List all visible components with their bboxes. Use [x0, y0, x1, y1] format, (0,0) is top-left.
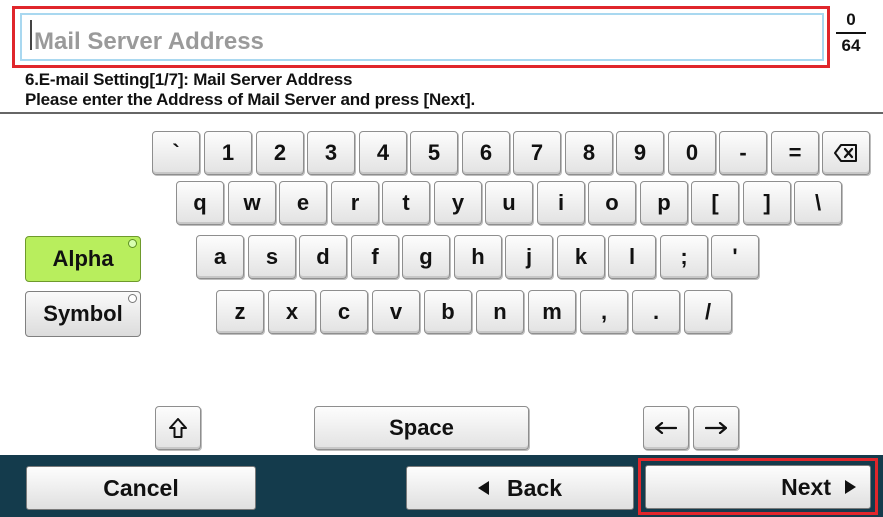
key-t[interactable]: t: [382, 181, 430, 225]
key-s[interactable]: s: [248, 235, 296, 279]
next-button[interactable]: Next: [645, 465, 871, 509]
shift-key[interactable]: [155, 406, 201, 450]
key-0[interactable]: 0: [668, 131, 716, 175]
char-count-divider: [836, 32, 866, 34]
key-slash[interactable]: /: [684, 290, 732, 334]
setting-title: 6.E-mail Setting[1/7]: Mail Server Addre…: [25, 70, 353, 89]
key-n[interactable]: n: [476, 290, 524, 334]
alpha-mode-label: Alpha: [52, 246, 114, 271]
alpha-mode-button[interactable]: Alpha: [25, 236, 141, 282]
key-d[interactable]: d: [299, 235, 347, 279]
key-g[interactable]: g: [402, 235, 450, 279]
key-j[interactable]: j: [505, 235, 553, 279]
key-f[interactable]: f: [351, 235, 399, 279]
key-y[interactable]: y: [434, 181, 482, 225]
key-comma[interactable]: ,: [580, 290, 628, 334]
cursor-left-key[interactable]: [643, 406, 689, 450]
arrow-left-icon: [655, 422, 677, 434]
key-period[interactable]: .: [632, 290, 680, 334]
key-9[interactable]: 9: [616, 131, 664, 175]
key-q[interactable]: q: [176, 181, 224, 225]
char-count-current: 0: [846, 10, 856, 29]
symbol-mode-label: Symbol: [43, 301, 123, 326]
key-h[interactable]: h: [454, 235, 502, 279]
triangle-right-icon: [845, 480, 856, 494]
back-button-label: Back: [507, 474, 562, 501]
backspace-key[interactable]: [822, 131, 870, 175]
key-3[interactable]: 3: [307, 131, 355, 175]
next-button-label: Next: [781, 473, 831, 500]
key-4[interactable]: 4: [359, 131, 407, 175]
key-o[interactable]: o: [588, 181, 636, 225]
key-u[interactable]: u: [485, 181, 533, 225]
symbol-indicator-icon: [128, 294, 137, 303]
key-a[interactable]: a: [196, 235, 244, 279]
key-equals[interactable]: =: [771, 131, 819, 175]
key-8[interactable]: 8: [565, 131, 613, 175]
key-k[interactable]: k: [557, 235, 605, 279]
key-l[interactable]: l: [608, 235, 656, 279]
key-r[interactable]: r: [331, 181, 379, 225]
alpha-indicator-icon: [128, 239, 137, 248]
symbol-mode-button[interactable]: Symbol: [25, 291, 141, 337]
character-counter: 0 64: [836, 10, 866, 56]
key-1[interactable]: 1: [204, 131, 252, 175]
key-b[interactable]: b: [424, 290, 472, 334]
key-c[interactable]: c: [320, 290, 368, 334]
mail-server-address-input[interactable]: [20, 13, 824, 61]
key-z[interactable]: z: [216, 290, 264, 334]
char-count-max: 64: [841, 36, 861, 55]
key-i[interactable]: i: [537, 181, 585, 225]
arrow-right-icon: [705, 422, 727, 434]
key-e[interactable]: e: [279, 181, 327, 225]
key-minus[interactable]: -: [719, 131, 767, 175]
setting-instruction: Please enter the Address of Mail Server …: [25, 90, 475, 109]
shift-arrow-up-icon: [169, 418, 187, 438]
key-open-bracket[interactable]: [: [691, 181, 739, 225]
key-2[interactable]: 2: [256, 131, 304, 175]
space-key[interactable]: Space: [314, 406, 529, 450]
key-backtick[interactable]: `: [152, 131, 200, 175]
backspace-icon: [834, 144, 857, 162]
key-w[interactable]: w: [228, 181, 276, 225]
triangle-left-icon: [478, 481, 489, 495]
key-m[interactable]: m: [528, 290, 576, 334]
key-p[interactable]: p: [640, 181, 688, 225]
key-6[interactable]: 6: [462, 131, 510, 175]
cursor-right-key[interactable]: [693, 406, 739, 450]
key-backslash[interactable]: \: [794, 181, 842, 225]
key-x[interactable]: x: [268, 290, 316, 334]
back-button[interactable]: Back: [406, 466, 634, 510]
key-apostrophe[interactable]: ': [711, 235, 759, 279]
header-divider: [0, 112, 883, 114]
key-close-bracket[interactable]: ]: [743, 181, 791, 225]
key-7[interactable]: 7: [513, 131, 561, 175]
text-cursor: [30, 20, 32, 50]
key-5[interactable]: 5: [410, 131, 458, 175]
key-v[interactable]: v: [372, 290, 420, 334]
cancel-button[interactable]: Cancel: [26, 466, 256, 510]
key-semicolon[interactable]: ;: [660, 235, 708, 279]
